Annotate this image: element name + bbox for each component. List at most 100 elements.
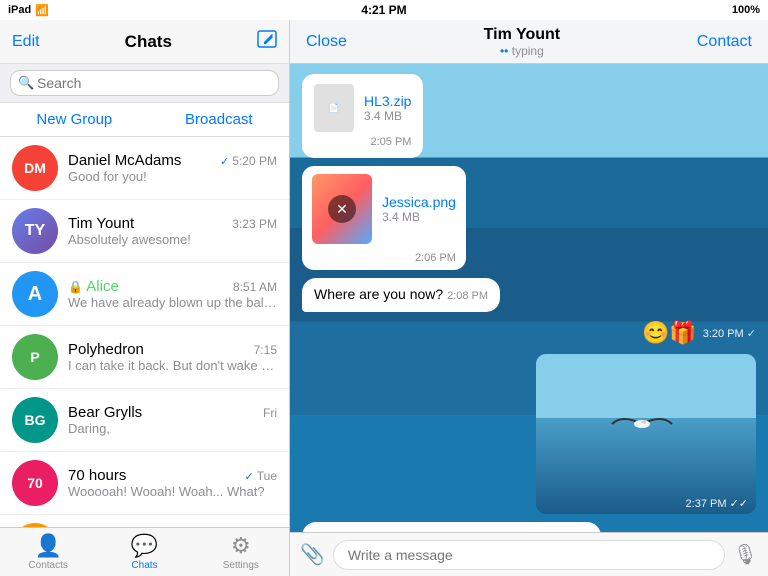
search-input[interactable]: [10, 70, 279, 96]
chat-preview: Absolutely awesome!: [68, 232, 277, 247]
chat-time: 3:23 PM: [232, 217, 277, 231]
chat-list: DM Daniel McAdams ✓ 5:20 PM Good for you…: [0, 137, 289, 527]
chat-time: 8:51 AM: [233, 280, 277, 294]
chat-item-info: Tim Yount 3:23 PM Absolutely awesome!: [68, 215, 277, 247]
chat-list-item[interactable]: DM Daniel McAdams ✓ 5:20 PM Good for you…: [0, 137, 289, 200]
emoji-time: 3:20 PM ✓: [703, 327, 756, 340]
avatar: TY: [12, 208, 58, 254]
chat-name: Tim Yount: [68, 215, 134, 232]
chat-item-info: Polyhedron 7:15 I can take it back. But …: [68, 341, 277, 373]
edit-button[interactable]: Edit: [12, 33, 40, 51]
new-group-button[interactable]: New Group: [36, 111, 112, 128]
tab-chats[interactable]: 💬Chats: [96, 528, 192, 576]
sailor-text: You are not a good sailor as I know ;): [314, 530, 549, 532]
file-name: HL3.zip: [364, 93, 411, 109]
time-display: 4:21 PM: [361, 3, 406, 17]
chat-time: ✓ Tue: [244, 469, 277, 483]
file-info: HL3.zip 3.4 MB: [364, 93, 411, 123]
chat-preview: Daring,: [68, 421, 277, 436]
chat-item-info: Bear Grylls Fri Daring,: [68, 404, 277, 436]
chat-list-header: Edit Chats: [0, 20, 289, 64]
chat-name: 🔒 Alice: [68, 278, 119, 295]
chat-preview: I can take it back. But don't wake me up…: [68, 358, 277, 373]
chat-list-item[interactable]: P Polyhedron 7:15 I can take it back. Bu…: [0, 326, 289, 389]
avatar: A: [12, 271, 58, 317]
chat-list-item[interactable]: TY Tim Yount 3:23 PM Absolutely awesome!: [0, 200, 289, 263]
contact-info[interactable]: Tim Yount •• typing: [484, 26, 560, 58]
compose-button[interactable]: [257, 30, 277, 53]
typing-dots: ••: [500, 44, 508, 58]
image-time: 2:06 PM: [302, 252, 466, 270]
contacts-label: Contacts: [28, 560, 67, 571]
chat-time: 7:15: [254, 343, 277, 357]
wifi-icon: 📶: [35, 4, 49, 17]
chat-list-item[interactable]: A 🔒 Alice 8:51 AM We have already blown …: [0, 263, 289, 326]
search-icon: 🔍: [18, 75, 34, 91]
avatar: P: [12, 334, 58, 380]
message-time: 2:08 PM: [447, 290, 488, 302]
contacts-icon: 👤: [34, 533, 61, 559]
emoji-message-sent: 😊🎁 3:20 PM ✓: [642, 320, 756, 346]
chat-area[interactable]: 📄 HL3.zip 3.4 MB 2:05 PM ✕ Jessica.png 3…: [290, 64, 768, 532]
avatar: 70: [12, 460, 58, 506]
emoji-content: 😊🎁: [642, 320, 697, 346]
tab-contacts[interactable]: 👤Contacts: [0, 528, 96, 576]
chats-title: Chats: [125, 32, 172, 52]
message-input-bar: 📎 🎙: [290, 532, 768, 576]
chat-list-item[interactable]: AT Adler Toberg Mon Cmon... Show us some…: [0, 515, 289, 527]
chat-preview: Wooooah! Wooah! Woah... What?: [68, 484, 277, 499]
image-file-info: Jessica.png 3.4 MB: [382, 194, 456, 224]
image-filename: Jessica.png: [382, 194, 456, 210]
contact-name: Tim Yount: [484, 26, 560, 44]
group-broadcast-row: New Group Broadcast: [0, 103, 289, 137]
chat-list-item[interactable]: BG Bear Grylls Fri Daring,: [0, 389, 289, 452]
typing-label: typing: [512, 44, 544, 58]
attach-button[interactable]: 📎: [300, 542, 325, 567]
avatar: BG: [12, 397, 58, 443]
close-button[interactable]: Close: [306, 33, 347, 51]
contact-button[interactable]: Contact: [697, 33, 752, 51]
mic-button[interactable]: 🎙: [733, 542, 758, 567]
main-layout: Edit Chats 🔍 New Group Broadcast DM: [0, 20, 768, 576]
chat-item-info: 70 hours ✓ Tue Wooooah! Wooah! Woah... W…: [68, 467, 277, 499]
carrier-wifi: iPad 📶: [8, 4, 49, 17]
chat-preview: Good for you!: [68, 169, 277, 184]
chat-name: Daniel McAdams: [68, 152, 181, 169]
broadcast-button[interactable]: Broadcast: [185, 111, 253, 128]
text-message-received: Where are you now? 2:08 PM: [302, 278, 500, 312]
settings-icon: ⚙: [231, 533, 251, 559]
cancel-icon[interactable]: ✕: [328, 195, 356, 223]
avatar: DM: [12, 145, 58, 191]
bottom-tabs: 👤Contacts💬Chats⚙Settings: [0, 527, 289, 576]
search-bar-container: 🔍: [0, 64, 289, 103]
file-icon: 📄: [314, 84, 354, 132]
photo-message-sent: 2:37 PM ✓✓: [536, 354, 756, 514]
file-size: 3.4 MB: [364, 109, 411, 123]
image-thumbnail: ✕: [312, 174, 372, 244]
chat-item-info: 🔒 Alice 8:51 AM We have already blown up…: [68, 278, 277, 310]
chats-label: Chats: [131, 560, 157, 571]
chat-name: Bear Grylls: [68, 404, 142, 421]
photo-time: 2:37 PM ✓✓: [686, 497, 748, 510]
messages-container: 📄 HL3.zip 3.4 MB 2:05 PM ✕ Jessica.png 3…: [302, 74, 756, 532]
message-text: Where are you now?: [314, 286, 447, 302]
carrier-label: iPad: [8, 4, 31, 16]
message-input[interactable]: [333, 540, 725, 570]
chat-list-item[interactable]: 70 70 hours ✓ Tue Wooooah! Wooah! Woah..…: [0, 452, 289, 515]
battery-display: 100%: [732, 4, 760, 16]
left-panel: Edit Chats 🔍 New Group Broadcast DM: [0, 20, 290, 576]
chats-icon: 💬: [131, 533, 158, 559]
file-time: 2:05 PM: [314, 136, 411, 148]
tab-settings[interactable]: ⚙Settings: [193, 528, 289, 576]
right-panel: Close Tim Yount •• typing Contact 📄 HL3.…: [290, 20, 768, 576]
chat-time: Fri: [263, 406, 277, 420]
chat-header: Close Tim Yount •• typing Contact: [290, 20, 768, 64]
chat-item-info: Daniel McAdams ✓ 5:20 PM Good for you!: [68, 152, 277, 184]
typing-status: •• typing: [484, 44, 560, 58]
chat-name: 70 hours: [68, 467, 126, 484]
seagull-icon: [602, 394, 682, 454]
image-message: ✕ Jessica.png 3.4 MB 2:06 PM: [302, 166, 466, 270]
image-filesize: 3.4 MB: [382, 210, 456, 224]
text-message-sailor: You are not a good sailor as I know ;) 3…: [302, 522, 601, 532]
chat-time: ✓ 5:20 PM: [220, 154, 277, 168]
